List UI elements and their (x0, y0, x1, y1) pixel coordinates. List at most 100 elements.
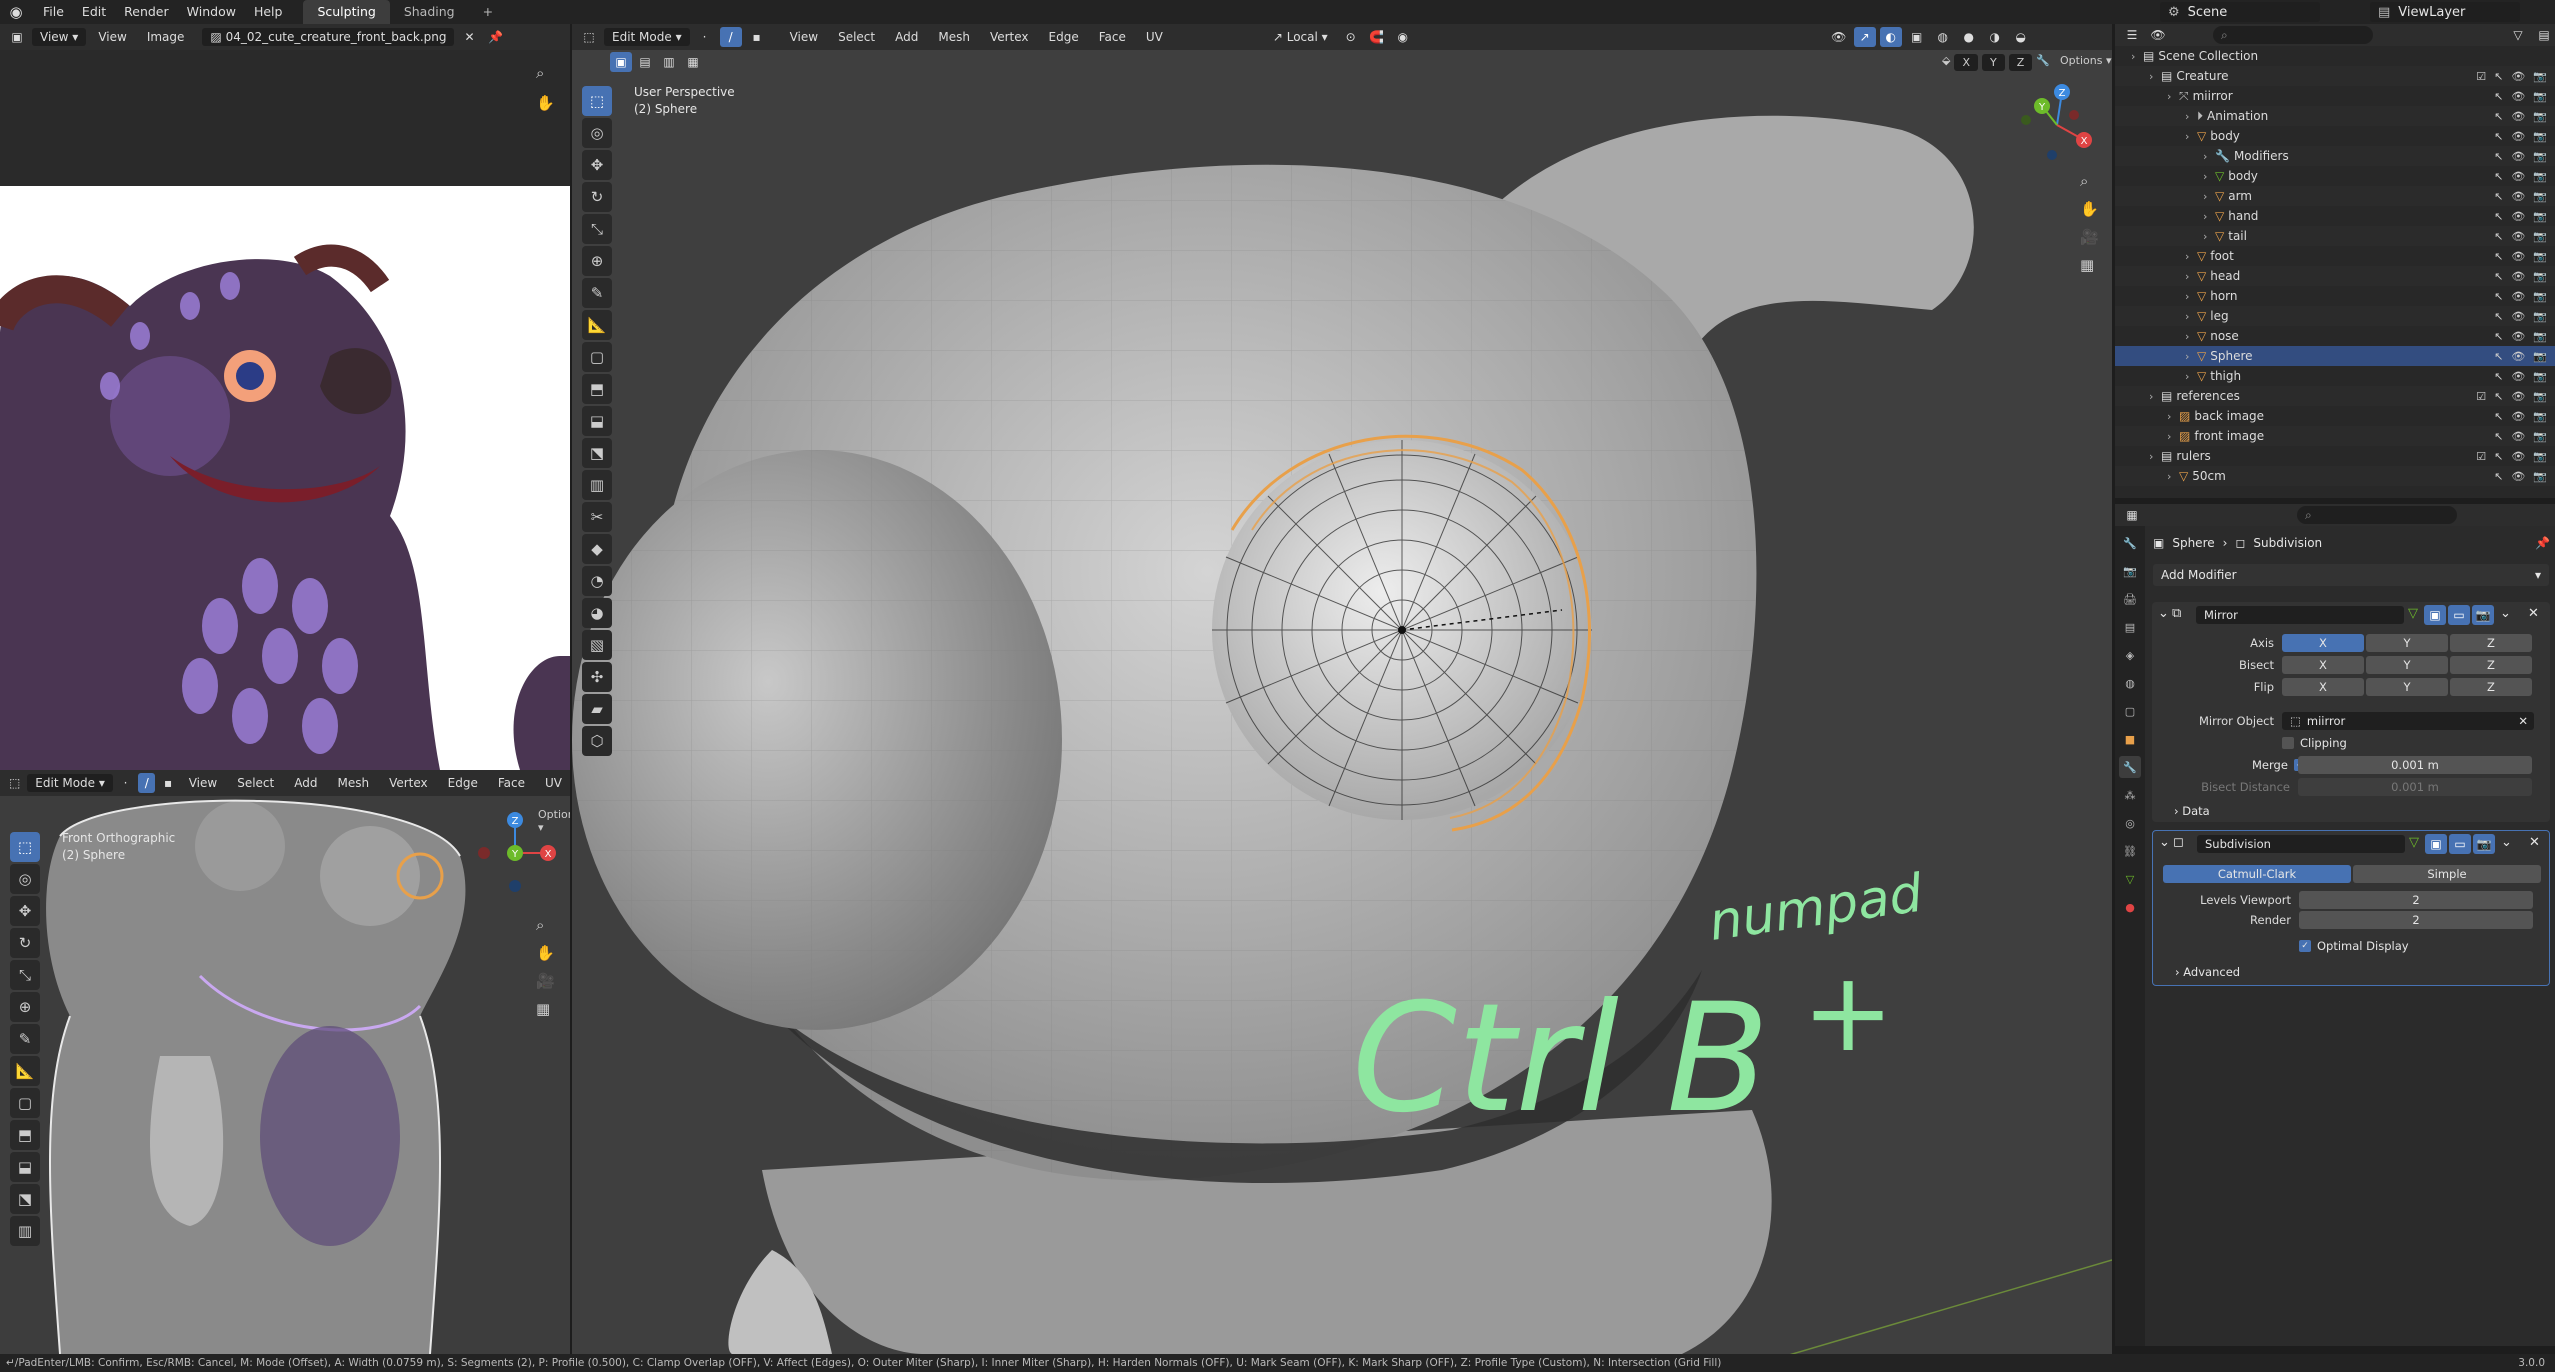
clipping-checkbox[interactable]: Clipping (2282, 736, 2347, 750)
extrude-tool-icon[interactable]: ⬒ (10, 1120, 40, 1150)
render-tab-icon[interactable]: 📷 (2119, 560, 2141, 582)
view-layer-tab-icon[interactable]: ▤ (2119, 616, 2141, 638)
selectable-icon[interactable]: ↖ (2494, 430, 2503, 443)
render-icon[interactable]: 📷 (2533, 150, 2547, 163)
outliner-row[interactable]: › ▽ body ↖ 👁 📷 (2115, 126, 2555, 146)
expand-chevron-icon[interactable]: › (2185, 110, 2197, 123)
exclude-checkbox-icon[interactable]: ☑ (2476, 390, 2486, 403)
bisect-z-toggle[interactable]: Z (2450, 656, 2532, 674)
outliner-row[interactable]: › ▽ horn ↖ 👁 📷 (2115, 286, 2555, 306)
scene-tab-icon[interactable]: ◈ (2119, 644, 2141, 666)
bisect-distance-field[interactable]: 0.001 m (2298, 778, 2532, 796)
edge-select-icon[interactable]: / (138, 773, 156, 793)
eye-icon[interactable]: 👁 (2511, 150, 2525, 163)
constraints-tab-icon[interactable]: ⛓ (2119, 840, 2141, 862)
mode-dropdown[interactable]: Edit Mode ▾ (27, 774, 113, 792)
render-icon[interactable]: 📷 (2533, 390, 2547, 403)
add-cube-tool-icon[interactable]: ▢ (582, 342, 612, 372)
axis-x-toggle[interactable]: X (2282, 634, 2364, 652)
expand-chevron-icon[interactable]: › (2167, 430, 2179, 443)
viewport-display-icon[interactable]: ▭ (2448, 605, 2470, 625)
edge-slide-tool-icon[interactable]: ▧ (582, 630, 612, 660)
eye-icon[interactable]: 👁 (2511, 470, 2525, 483)
face-select-icon[interactable]: ▪ (159, 773, 176, 793)
expand-chevron-icon[interactable]: › (2185, 330, 2197, 343)
measure-tool-icon[interactable]: 📐 (10, 1056, 40, 1086)
add-workspace-button[interactable]: + (469, 0, 507, 24)
measure-tool-icon[interactable]: 📐 (582, 310, 612, 340)
menu-select[interactable]: Select (229, 774, 282, 792)
render-icon[interactable]: 📷 (2533, 70, 2547, 83)
render-icon[interactable]: 📷 (2533, 130, 2547, 143)
inset-tool-icon[interactable]: ⬓ (10, 1152, 40, 1182)
outliner-row[interactable]: › ▽ 50cm ↖ 👁 📷 (2115, 466, 2555, 486)
eye-icon[interactable]: 👁 (2511, 230, 2525, 243)
annotate-tool-icon[interactable]: ✎ (10, 1024, 40, 1054)
exclude-checkbox-icon[interactable]: ☑ (2476, 450, 2486, 463)
outliner-row[interactable]: › ▽ leg ↖ 👁 📷 (2115, 306, 2555, 326)
face-select-icon[interactable]: ▪ (746, 27, 768, 47)
rotate-tool-icon[interactable]: ↻ (10, 928, 40, 958)
navigation-gizmo[interactable]: Z X Y (2012, 80, 2102, 170)
merge-distance-field[interactable]: 0.001 m (2298, 756, 2532, 774)
spin-tool-icon[interactable]: ◔ (582, 566, 612, 596)
expand-chevron-icon[interactable]: › (2203, 230, 2215, 243)
menu-uv[interactable]: UV (1138, 28, 1171, 46)
menu-add[interactable]: Add (887, 28, 926, 46)
eye-icon[interactable]: 👁 (2511, 390, 2525, 403)
render-display-icon[interactable]: 📷 (2473, 834, 2495, 854)
advanced-subpanel[interactable]: › Advanced (2175, 965, 2240, 979)
bevel-tool-icon[interactable]: ⬔ (10, 1184, 40, 1214)
menu-render[interactable]: Render (115, 0, 178, 24)
selectable-icon[interactable]: ↖ (2494, 390, 2503, 403)
menu-view[interactable]: View (181, 774, 225, 792)
select-subtract-icon[interactable]: ▥ (658, 52, 680, 72)
selectable-icon[interactable]: ↖ (2494, 330, 2503, 343)
expand-chevron-icon[interactable]: › (2203, 150, 2215, 163)
flip-z-toggle[interactable]: Z (2450, 678, 2532, 696)
cursor-tool-icon[interactable]: ◎ (10, 864, 40, 894)
selectable-icon[interactable]: ↖ (2494, 230, 2503, 243)
render-icon[interactable]: 📷 (2533, 110, 2547, 123)
outliner-row[interactable]: › ▽ hand ↖ 👁 📷 (2115, 206, 2555, 226)
solid-shading-icon[interactable]: ● (1958, 27, 1980, 47)
outliner-row[interactable]: › ▤ Creature ☑ ↖ 👁 📷 (2115, 66, 2555, 86)
render-icon[interactable]: 📷 (2533, 310, 2547, 323)
render-display-icon[interactable]: 📷 (2472, 605, 2494, 625)
render-icon[interactable]: 📷 (2533, 470, 2547, 483)
expand-chevron-icon[interactable]: › (2167, 90, 2179, 103)
shrink-tool-icon[interactable]: ✣ (582, 662, 612, 692)
on-cage-icon[interactable]: ▣ (2424, 605, 2446, 625)
selectable-icon[interactable]: ↖ (2494, 130, 2503, 143)
cursor-tool-icon[interactable]: ◎ (582, 118, 612, 148)
wireframe-shading-icon[interactable]: ◍ (1932, 27, 1954, 47)
mirror-object-field[interactable]: ⬚ miirror ✕ (2282, 712, 2534, 730)
extrude-tool-icon[interactable]: ⬒ (582, 374, 612, 404)
menu-mesh[interactable]: Mesh (329, 774, 377, 792)
inset-tool-icon[interactable]: ⬓ (582, 406, 612, 436)
grid-icon[interactable]: ▦ (2080, 256, 2094, 274)
shear-tool-icon[interactable]: ▰ (582, 694, 612, 724)
mirror-z-toggle[interactable]: Z (2008, 54, 2033, 71)
expand-chevron-icon[interactable]: › (2167, 470, 2179, 483)
modifier-tab-icon[interactable]: 🔧 (2119, 756, 2141, 778)
snap-icon[interactable]: 🧲 (1366, 27, 1388, 47)
poly-build-tool-icon[interactable]: ◆ (582, 534, 612, 564)
selectable-icon[interactable]: ↖ (2494, 150, 2503, 163)
select-new-icon[interactable]: ▣ (610, 52, 632, 72)
mode-dropdown[interactable]: Edit Mode ▾ (604, 28, 690, 46)
knife-tool-icon[interactable]: ✂ (582, 502, 612, 532)
dropdown-icon[interactable]: ⌄ (2501, 835, 2512, 850)
data-subpanel[interactable]: › Data (2174, 804, 2210, 818)
editor-type-icon[interactable]: ⬚ (6, 773, 23, 793)
view-dropdown[interactable]: View ▾ (32, 28, 87, 46)
outliner-row[interactable]: › ▤ references ☑ ↖ 👁 📷 (2115, 386, 2555, 406)
editor-type-icon[interactable]: ☰ (2121, 25, 2143, 45)
render-icon[interactable]: 📷 (2533, 190, 2547, 203)
expand-chevron-icon[interactable]: › (2185, 250, 2197, 263)
bisect-y-toggle[interactable]: Y (2366, 656, 2448, 674)
select-box-tool-icon[interactable]: ⬚ (10, 832, 40, 862)
camera-icon[interactable]: 🎥 (536, 972, 555, 990)
pivot-icon[interactable]: ⊙ (1340, 27, 1362, 47)
selectable-icon[interactable]: ↖ (2494, 270, 2503, 283)
